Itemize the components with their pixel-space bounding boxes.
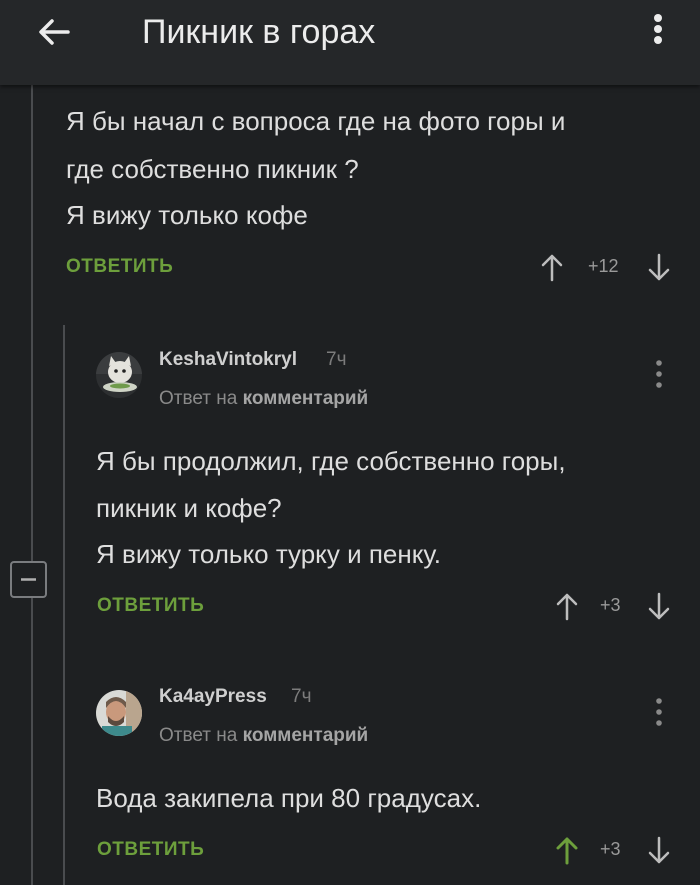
upvote-button[interactable] bbox=[540, 252, 564, 282]
reply-to-label: Ответ на комментарий bbox=[159, 725, 368, 747]
upvote-button[interactable] bbox=[555, 835, 579, 865]
comment-menu-button[interactable] bbox=[652, 357, 666, 393]
kebab-menu-icon bbox=[656, 698, 662, 726]
reply-button[interactable]: ОТВЕТИТЬ bbox=[97, 839, 204, 861]
collapse-thread-button[interactable] bbox=[10, 561, 47, 598]
comment-text-line: Я бы начал с вопроса где на фото горы и bbox=[66, 106, 566, 136]
overflow-menu-button[interactable] bbox=[640, 10, 676, 54]
arrow-left-icon bbox=[39, 19, 70, 45]
page-title: Пикник в горах bbox=[142, 13, 376, 51]
thread-line bbox=[31, 85, 33, 885]
author-name[interactable]: KeshaVintokryl bbox=[159, 349, 297, 371]
cat-avatar-icon bbox=[96, 352, 142, 398]
comment-text-line: Я вижу только турку и пенку. bbox=[96, 539, 442, 569]
vote-count: +3 bbox=[600, 839, 621, 859]
minus-icon bbox=[21, 578, 36, 581]
comment-text-line: Я вижу только кофе bbox=[66, 200, 308, 230]
back-button[interactable] bbox=[30, 10, 80, 54]
upvote-button[interactable] bbox=[555, 591, 579, 621]
reply-to-link[interactable]: комментарий bbox=[243, 725, 369, 746]
top-app-bar: Пикник в горах bbox=[0, 0, 700, 85]
thread-line bbox=[63, 325, 65, 885]
arrow-down-icon bbox=[648, 253, 670, 281]
reply-button[interactable]: ОТВЕТИТЬ bbox=[66, 256, 173, 278]
arrow-up-icon bbox=[541, 254, 563, 282]
reply-to-prefix: Ответ на bbox=[159, 725, 238, 746]
man-avatar-icon bbox=[96, 690, 142, 736]
arrow-down-icon bbox=[648, 836, 670, 864]
arrow-up-icon bbox=[556, 593, 578, 621]
downvote-button[interactable] bbox=[647, 836, 671, 866]
downvote-button[interactable] bbox=[647, 253, 671, 283]
avatar[interactable] bbox=[96, 352, 142, 398]
reply-to-prefix: Ответ на bbox=[159, 388, 238, 409]
arrow-down-icon bbox=[648, 592, 670, 620]
reply-to-label: Ответ на комментарий bbox=[159, 388, 368, 410]
author-name[interactable]: Ka4ayPress bbox=[159, 686, 267, 708]
comment-menu-button[interactable] bbox=[652, 695, 666, 731]
kebab-menu-icon bbox=[654, 14, 662, 44]
arrow-up-icon bbox=[556, 837, 578, 865]
comment-text-line: где собственно пикник ? bbox=[66, 154, 359, 184]
avatar[interactable] bbox=[96, 690, 142, 736]
reply-button[interactable]: ОТВЕТИТЬ bbox=[97, 595, 204, 617]
comment-time: 7ч bbox=[291, 686, 312, 707]
reply-to-link[interactable]: комментарий bbox=[243, 388, 369, 409]
comment-text-line: Вода закипела при 80 градусах. bbox=[96, 783, 482, 813]
vote-count: +12 bbox=[588, 256, 619, 276]
comment-text-line: Я бы продолжил, где собственно горы, bbox=[96, 446, 566, 476]
comment-text-line: пикник и кофе? bbox=[96, 493, 282, 523]
downvote-button[interactable] bbox=[647, 592, 671, 622]
comment-time: 7ч bbox=[326, 349, 347, 370]
kebab-menu-icon bbox=[656, 360, 662, 388]
vote-count: +3 bbox=[600, 595, 621, 615]
